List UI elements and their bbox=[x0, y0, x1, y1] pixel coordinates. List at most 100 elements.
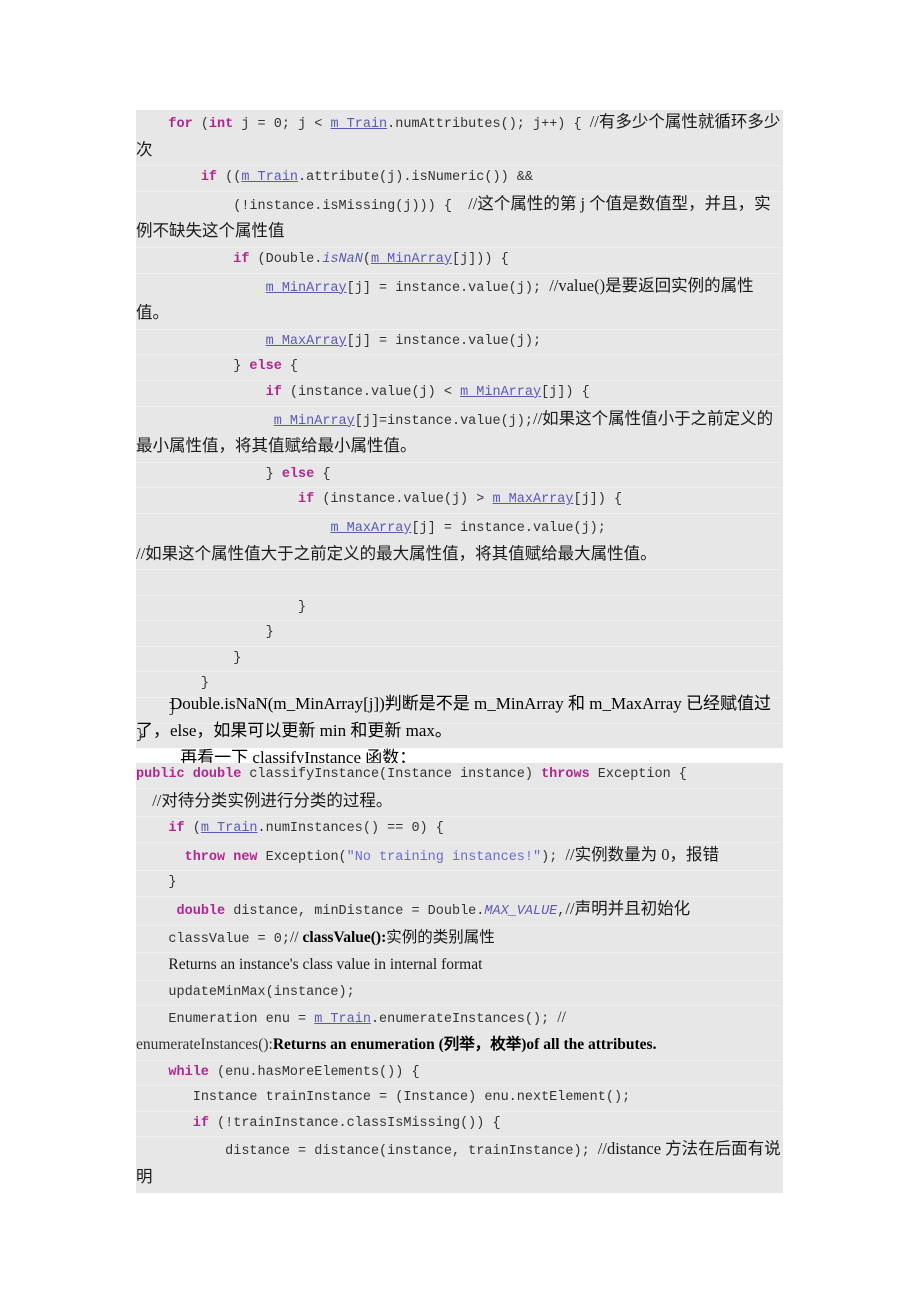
code-token-ident: m_MinArray bbox=[273, 413, 355, 429]
code-token-mono-plain: enumerateInstances(): bbox=[136, 1035, 273, 1053]
code-token-plain: Exception( bbox=[257, 849, 347, 865]
code-token-plain: } bbox=[136, 625, 274, 641]
code-token-plain: updateMinMax(instance); bbox=[136, 984, 355, 1000]
code-token-plain: } bbox=[136, 599, 307, 615]
code-line: m_MaxArray[j] = instance.value(j); //如果这… bbox=[136, 512, 783, 569]
code-token-ident: m_MinArray bbox=[265, 280, 347, 296]
code-line: if (m_Train.numInstances() == 0) { bbox=[136, 816, 783, 842]
code-token-plain: ( bbox=[184, 821, 201, 837]
code-token-kw: double bbox=[192, 767, 242, 782]
code-token-kw: new bbox=[233, 849, 258, 865]
code-line: if (instance.value(j) > m_MaxArray[j]) { bbox=[136, 487, 783, 513]
code-line: m_MinArray[j]=instance.value(j);//如果这个属性… bbox=[136, 405, 783, 462]
code-line: if (!trainInstance.classIsMissing()) { bbox=[136, 1110, 783, 1137]
code-token-cmt-en: // bbox=[557, 1009, 566, 1027]
code-token-plain: distance, minDistance = Double. bbox=[225, 903, 485, 919]
code-line: distance = distance(instance, trainInsta… bbox=[136, 1136, 783, 1192]
code-line: classValue = 0;// classValue():实例的类别属性 bbox=[136, 924, 783, 953]
code-line: m_MaxArray[j] = instance.value(j); bbox=[136, 328, 783, 355]
code-token-plain: } bbox=[136, 650, 242, 666]
code-token-plain: } bbox=[136, 359, 250, 375]
code-line: } else { bbox=[136, 461, 783, 488]
code-token-ident: m_MinArray bbox=[460, 384, 542, 400]
code-block-update-min-max: for (int j = 0; j < m_Train.numAttribute… bbox=[136, 110, 783, 749]
code-token-plain: ); bbox=[541, 849, 566, 865]
code-line: if (instance.value(j) < m_MinArray[j]) { bbox=[136, 379, 783, 406]
document-page: for (int j = 0; j < m_Train.numAttribute… bbox=[0, 0, 920, 1302]
code-token-kw: else bbox=[249, 359, 282, 375]
code-token-plain: .enumerateInstances(); bbox=[370, 1012, 558, 1028]
code-token-cmt-b: Returns an enumeration (列举，枚举)of all the… bbox=[272, 1035, 657, 1053]
code-token-ident: m_MinArray bbox=[370, 251, 452, 267]
code-token-plain: [j]) { bbox=[573, 492, 623, 508]
code-line: Enumeration enu = m_Train.enumerateInsta… bbox=[136, 1005, 783, 1059]
code-token-plain: [j]) { bbox=[541, 384, 590, 400]
code-token-ident: m_MaxArray bbox=[330, 520, 412, 536]
code-token-ident: m_MaxArray bbox=[265, 333, 347, 349]
code-token-plain: .numInstances() == 0) { bbox=[257, 821, 444, 837]
code-line: m_MinArray[j] = instance.value(j); //val… bbox=[136, 272, 783, 329]
code-token-kw: else bbox=[281, 466, 315, 482]
code-line: double distance, minDistance = Double.MA… bbox=[136, 895, 783, 925]
code-token-cmt-cn: //如果这个属性值大于之前定义的最大属性值，将其值赋给最大属性值。 bbox=[136, 543, 657, 563]
code-line: Instance trainInstance = (Instance) enu.… bbox=[136, 1085, 783, 1111]
code-token-kw: if bbox=[265, 384, 282, 400]
code-token-ident: m_Train bbox=[330, 117, 388, 132]
paragraph-isnan-explanation: Double.isNaN(m_MinArray[j])判断是不是 m_MinAr… bbox=[136, 694, 772, 740]
code-block-classify-instance: public double classifyInstance(Instance … bbox=[136, 763, 783, 1193]
code-token-kw: if bbox=[233, 251, 250, 267]
code-token-kw: if bbox=[200, 170, 218, 186]
code-token-cmt-b: classValue(): bbox=[302, 928, 387, 946]
code-token-plain: .numAttributes(); j++) { bbox=[387, 117, 590, 132]
code-token-ident: m_MaxArray bbox=[492, 492, 574, 508]
code-token-plain: .attribute(j).isNumeric()) && bbox=[298, 170, 533, 186]
code-line: for (int j = 0; j < m_Train.numAttribute… bbox=[136, 110, 783, 165]
code-line: } bbox=[136, 645, 783, 672]
code-token-kw: if bbox=[168, 821, 185, 837]
code-token-plain: } bbox=[136, 875, 177, 891]
code-token-cmt-en: // bbox=[289, 928, 303, 946]
code-token-plain: (!instance.isMissing(j))) { bbox=[136, 198, 469, 214]
code-token-plain: (instance.value(j) > bbox=[314, 492, 493, 508]
code-token-plain: classValue = 0; bbox=[136, 931, 290, 947]
code-token-plain: Enumeration enu = bbox=[136, 1012, 315, 1028]
code-line: updateMinMax(instance); bbox=[136, 979, 783, 1006]
code-token-plain: j = 0; j < bbox=[233, 117, 331, 132]
code-token-plain: [j] = instance.value(j); bbox=[411, 520, 606, 536]
code-line: public double classifyInstance(Instance … bbox=[136, 763, 783, 788]
code-line: (!instance.isMissing(j))) { //这个属性的第 j 个… bbox=[136, 190, 783, 247]
code-token-plain: (instance.value(j) < bbox=[281, 384, 461, 400]
code-token-plain: [j] = instance.value(j); bbox=[346, 333, 542, 349]
code-line: } bbox=[136, 870, 783, 896]
code-token-kw: public bbox=[136, 767, 185, 782]
code-token-plain: ( bbox=[362, 251, 371, 267]
code-token-kw: if bbox=[298, 492, 315, 508]
code-token-plain: Instance trainInstance = (Instance) enu.… bbox=[136, 1090, 631, 1106]
code-token-cmt-cn: //实例数量为 0，报错 bbox=[565, 844, 719, 864]
code-token-str: "No training instances!" bbox=[346, 849, 542, 865]
code-token-field: MAX_VALUE bbox=[484, 903, 558, 919]
code-token-ident: m_Train bbox=[314, 1012, 371, 1028]
code-token-kw: while bbox=[168, 1064, 209, 1080]
code-token-plain: } bbox=[136, 466, 282, 482]
code-token-plain: ( bbox=[192, 117, 209, 132]
code-line: //对待分类实例进行分类的过程。 bbox=[136, 787, 783, 817]
code-line bbox=[136, 569, 783, 595]
code-token-plain: Exception { bbox=[589, 767, 687, 782]
code-token-plain: distance = distance(instance, trainInsta… bbox=[136, 1144, 598, 1160]
code-token-kw: throws bbox=[541, 767, 590, 782]
code-line: if (Double.isNaN(m_MinArray[j])) { bbox=[136, 246, 783, 273]
